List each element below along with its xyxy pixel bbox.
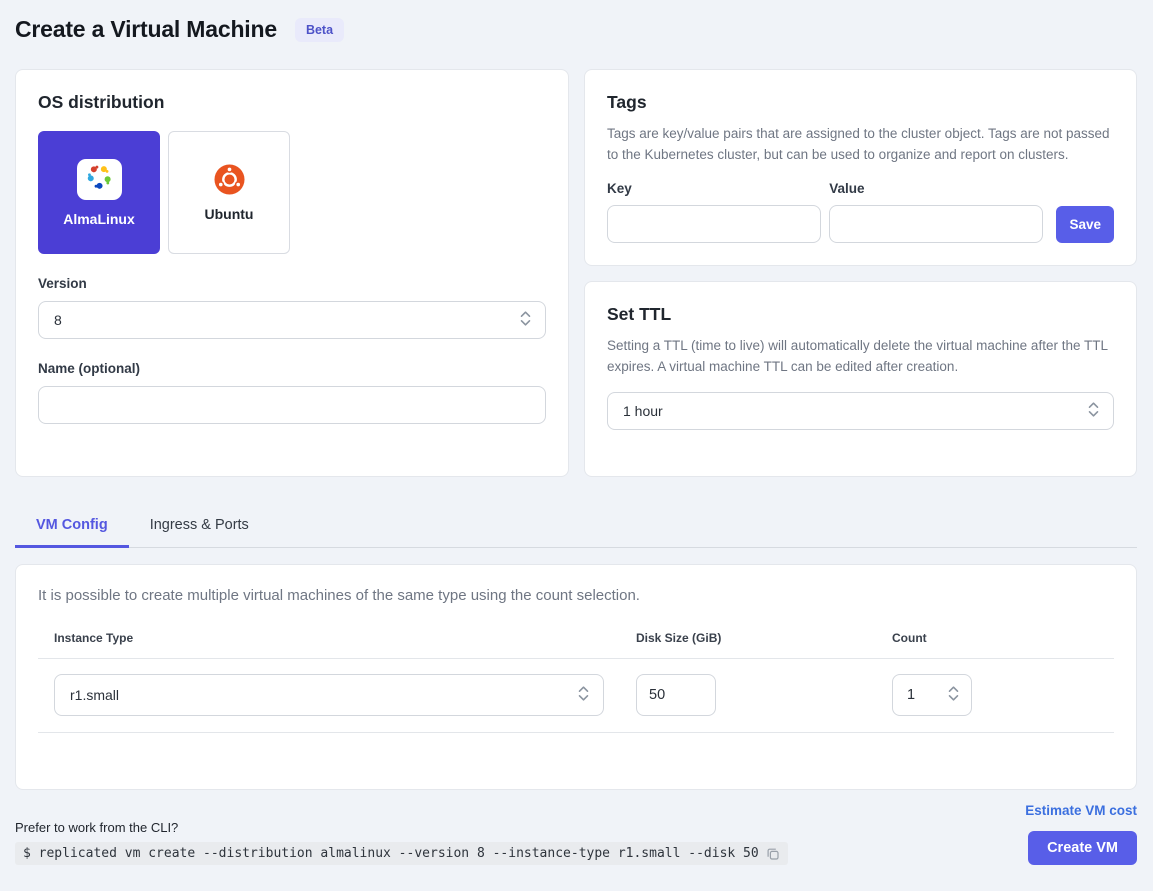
ttl-card-title: Set TTL <box>607 304 1114 325</box>
cli-command-box: $ replicated vm create --distribution al… <box>15 842 788 865</box>
instance-type-select[interactable]: r1.small <box>54 674 604 716</box>
cli-command: $ replicated vm create --distribution al… <box>23 846 759 861</box>
chevron-up-down-icon <box>1087 401 1100 421</box>
tag-value-label: Value <box>829 181 1043 196</box>
chevron-up-down-icon <box>947 685 960 706</box>
ttl-select-value: 1 hour <box>623 403 663 419</box>
cli-section: Prefer to work from the CLI? $ replicate… <box>15 820 788 865</box>
estimate-vm-cost-link[interactable]: Estimate VM cost <box>1025 803 1137 818</box>
os-distribution-card: OS distribution <box>15 69 569 477</box>
create-vm-page: Create a Virtual Machine Beta OS distrib… <box>0 0 1153 891</box>
instance-type-value: r1.small <box>70 687 119 703</box>
tags-card: Tags Tags are key/value pairs that are a… <box>584 69 1137 266</box>
count-stepper[interactable]: 1 <box>892 674 972 716</box>
os-option-label: Ubuntu <box>205 206 254 222</box>
tags-card-description: Tags are key/value pairs that are assign… <box>607 124 1114 165</box>
tab-ingress-ports[interactable]: Ingress & Ports <box>129 504 270 548</box>
tag-key-label: Key <box>607 181 821 196</box>
page-footer: Prefer to work from the CLI? $ replicate… <box>15 803 1137 865</box>
vm-config-description: It is possible to create multiple virtua… <box>38 587 1114 604</box>
top-cards-row: OS distribution <box>15 69 1137 477</box>
os-options: AlmaLinux Ubuntu <box>38 131 546 254</box>
set-ttl-card: Set TTL Setting a TTL (time to live) wil… <box>584 281 1137 477</box>
column-instance-type: Instance Type <box>54 631 636 645</box>
vm-config-card: It is possible to create multiple virtua… <box>15 564 1137 790</box>
almalinux-logo-icon <box>84 162 114 197</box>
config-tabs: VM Config Ingress & Ports <box>15 504 1137 548</box>
vm-name-label: Name (optional) <box>38 361 546 376</box>
tag-value-column: Value <box>829 181 1043 243</box>
version-select[interactable]: 8 <box>38 301 546 339</box>
ttl-card-description: Setting a TTL (time to live) will automa… <box>607 336 1114 377</box>
tag-value-input[interactable] <box>829 205 1043 243</box>
count-value: 1 <box>907 687 915 703</box>
vm-table-row: r1.small 1 <box>38 659 1114 733</box>
almalinux-logo-plate <box>77 159 122 200</box>
vm-name-input[interactable] <box>38 386 546 424</box>
chevron-up-down-icon <box>577 685 590 705</box>
chevron-up-down-icon <box>519 310 532 330</box>
right-column: Tags Tags are key/value pairs that are a… <box>584 69 1137 477</box>
page-title: Create a Virtual Machine <box>15 16 277 43</box>
os-option-label: AlmaLinux <box>63 211 135 227</box>
version-select-value: 8 <box>54 312 62 328</box>
page-header: Create a Virtual Machine Beta <box>15 16 1137 43</box>
os-option-ubuntu[interactable]: Ubuntu <box>168 131 290 254</box>
footer-actions: Estimate VM cost Create VM <box>1025 803 1137 865</box>
vm-table: Instance Type Disk Size (GiB) Count r1.s… <box>38 631 1114 733</box>
os-card-title: OS distribution <box>38 92 546 113</box>
tab-vm-config[interactable]: VM Config <box>15 504 129 548</box>
os-option-almalinux[interactable]: AlmaLinux <box>38 131 160 254</box>
save-tag-button[interactable]: Save <box>1056 206 1114 243</box>
disk-size-input[interactable] <box>636 674 716 716</box>
column-count: Count <box>892 631 1098 645</box>
copy-icon[interactable] <box>766 847 780 861</box>
create-vm-button[interactable]: Create VM <box>1028 831 1137 865</box>
tag-key-input[interactable] <box>607 205 821 243</box>
tags-card-title: Tags <box>607 92 1114 113</box>
column-disk-size: Disk Size (GiB) <box>636 631 892 645</box>
ubuntu-logo-icon <box>214 164 245 195</box>
cli-prompt: Prefer to work from the CLI? <box>15 820 788 835</box>
tag-key-column: Key <box>607 181 821 243</box>
ttl-select[interactable]: 1 hour <box>607 392 1114 430</box>
beta-badge: Beta <box>295 18 344 42</box>
vm-table-header: Instance Type Disk Size (GiB) Count <box>38 631 1114 659</box>
tag-form: Key Value Save <box>607 181 1114 243</box>
version-label: Version <box>38 276 546 291</box>
